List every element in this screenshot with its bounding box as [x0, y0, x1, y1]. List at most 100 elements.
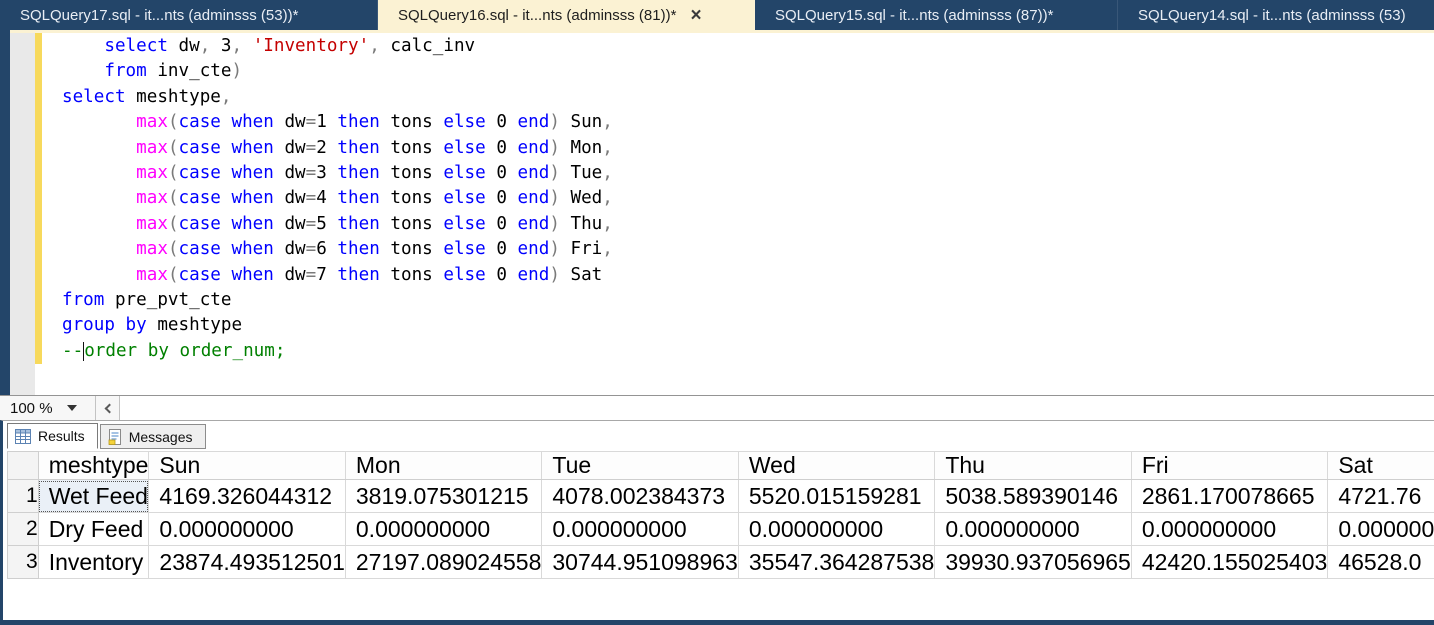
code-line: max(case when dw=7 then tons else 0 end)… [62, 263, 613, 288]
column-header[interactable]: Sat [1327, 451, 1434, 480]
column-header[interactable]: Thu [934, 451, 1132, 480]
grid-cell[interactable]: 0.000000000 [737, 512, 936, 546]
grid-cell[interactable]: 4721.76 [1327, 479, 1434, 513]
grid-cell[interactable]: 2861.170078665 [1130, 479, 1329, 513]
code-token: 4 [316, 188, 327, 209]
tab-results-label: Results [38, 428, 85, 444]
grid-cell[interactable]: 0.000000000 [541, 512, 739, 546]
sql-code[interactable]: select dw, 3, 'Inventory', calc_inv from… [62, 34, 613, 364]
grid-cell[interactable]: 0.000000000 [1130, 512, 1329, 546]
code-token: end [506, 264, 550, 285]
grid-cell[interactable]: 4078.002384373 [541, 479, 739, 513]
code-token: max [136, 137, 168, 158]
code-token: ( [167, 213, 179, 234]
code-token: , [220, 86, 232, 107]
grid-cell[interactable]: 5520.015159281 [737, 479, 936, 513]
code-token: ) [549, 213, 560, 234]
grid-corner-cell[interactable] [7, 451, 39, 480]
grid-cell[interactable]: 42420.155025403 [1130, 545, 1329, 579]
code-token: else [432, 188, 486, 209]
code-token: max [136, 188, 168, 209]
grid-header-row: meshtype Sun Mon Tue Wed Thu Fri Sat [7, 451, 1434, 480]
code-token: = [305, 264, 317, 285]
tab-results[interactable]: Results [7, 423, 98, 449]
grid-cell[interactable]: 4169.326044312 [148, 479, 346, 513]
code-token: ) [549, 137, 560, 158]
document-tab-label: SQLQuery14.sql - it...nts (adminsss (53) [1138, 6, 1406, 24]
row-header[interactable]: 1 [7, 479, 39, 513]
code-line: max(case when dw=6 then tons else 0 end)… [62, 237, 613, 262]
code-token: dw [273, 264, 306, 285]
results-panel: Results Messages meshtype Sun Mon Tue Wed Thu… [0, 420, 1434, 620]
document-tab[interactable]: SQLQuery15.sql - it...nts (adminsss (87)… [755, 0, 1118, 30]
code-token: when [220, 137, 274, 158]
code-token: , [602, 213, 613, 234]
scroll-left-button[interactable] [96, 396, 120, 420]
results-grid-wrap: meshtype Sun Mon Tue Wed Thu Fri Sat 1 Wet Feed 4… [7, 451, 1434, 620]
zoom-level-dropdown[interactable]: 100 % [0, 396, 96, 420]
code-token: end [506, 239, 550, 260]
grid-cell[interactable]: 35547.364287538 [737, 545, 936, 579]
document-tab-label: SQLQuery16.sql - it...nts (adminsss (81)… [398, 6, 677, 24]
code-line: max(case when dw=2 then tons else 0 end)… [62, 136, 613, 161]
sql-editor[interactable]: select dw, 3, 'Inventory', calc_inv from… [0, 30, 1434, 395]
column-header[interactable]: Fri [1130, 451, 1329, 480]
grid-cell[interactable]: 3819.075301215 [344, 479, 543, 513]
code-token: when [220, 239, 274, 260]
grid-cell-selected[interactable]: Wet Feed [37, 479, 150, 513]
grid-cell[interactable]: 0.000000000 [344, 512, 543, 546]
close-icon[interactable]: × [690, 6, 701, 25]
column-header[interactable]: Sun [148, 451, 346, 480]
code-token: , [199, 36, 211, 56]
code-token: Fri [559, 239, 603, 260]
horizontal-scrollbar[interactable] [120, 396, 1434, 420]
grid-cell[interactable]: 0.000000000 [1327, 512, 1434, 546]
code-token: dw [273, 188, 306, 209]
row-header[interactable]: 3 [7, 545, 39, 579]
column-header[interactable]: Mon [344, 451, 543, 480]
document-tab[interactable]: SQLQuery17.sql - it...nts (adminsss (53)… [0, 0, 378, 30]
grid-cell[interactable]: 0.000000000 [934, 512, 1132, 546]
code-token: when [220, 213, 274, 234]
code-token: case [178, 188, 221, 209]
grid-cell[interactable]: Dry Feed [37, 512, 150, 546]
code-token: max [136, 213, 168, 234]
code-line: select meshtype, [62, 85, 613, 110]
column-header[interactable]: Wed [737, 451, 936, 480]
document-tab-label: SQLQuery15.sql - it...nts (adminsss (87)… [775, 6, 1054, 24]
code-token: 0 [485, 137, 507, 158]
zoom-level-value: 100 % [10, 399, 53, 417]
grid-cell[interactable]: 23874.493512501 [148, 545, 346, 579]
document-tab-label: SQLQuery17.sql - it...nts (adminsss (53)… [20, 6, 299, 24]
grid-cell[interactable]: 5038.589390146 [934, 479, 1132, 513]
grid-cell[interactable]: 46528.0 [1327, 545, 1434, 579]
grid-cell[interactable]: 39930.937056965 [934, 545, 1132, 579]
active-document-strip [10, 30, 1434, 33]
code-token: else [432, 264, 486, 285]
grid-cell[interactable]: 30744.951098963 [541, 545, 739, 579]
document-tab-bar: SQLQuery17.sql - it...nts (adminsss (53)… [0, 0, 1434, 30]
code-token: ) [549, 188, 560, 209]
code-token: tons [379, 163, 433, 184]
document-tab[interactable]: SQLQuery16.sql - it...nts (adminsss (81)… [378, 0, 755, 30]
code-token: Tue [559, 163, 603, 184]
code-line: group by meshtype [62, 313, 613, 338]
grid-cell[interactable]: 0.000000000 [148, 512, 346, 546]
code-token: 7 [316, 264, 327, 285]
column-header[interactable]: Tue [541, 451, 739, 480]
row-header[interactable]: 2 [7, 512, 39, 546]
tab-messages[interactable]: Messages [99, 424, 206, 449]
chevron-down-icon [66, 405, 77, 411]
code-token: 0 [485, 188, 507, 209]
editor-gutter [10, 33, 35, 395]
document-tab[interactable]: SQLQuery14.sql - it...nts (adminsss (53) [1118, 0, 1434, 30]
grid-cell[interactable]: Inventory [37, 545, 150, 579]
table-row: 1 Wet Feed 4169.326044312 3819.075301215 407… [7, 479, 1434, 513]
column-header[interactable]: meshtype [37, 451, 150, 480]
grid-cell[interactable]: 27197.089024558 [344, 545, 543, 579]
code-token: then [326, 213, 380, 234]
